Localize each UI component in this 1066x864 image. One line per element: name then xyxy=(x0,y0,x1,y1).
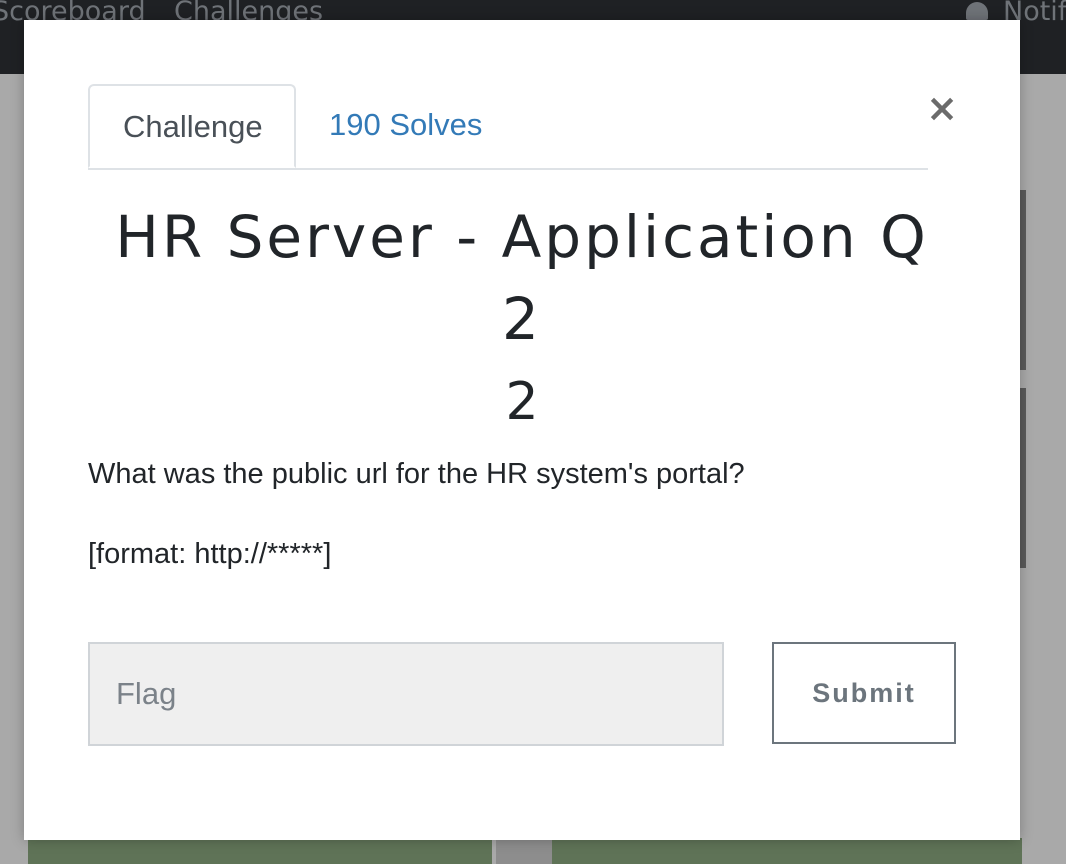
challenge-points: 2 xyxy=(505,372,539,432)
background-card-edge xyxy=(1020,388,1026,568)
background-challenge-card xyxy=(28,838,492,864)
background-challenge-card xyxy=(552,838,1022,864)
description-format: [format: http://*****] xyxy=(88,538,332,570)
tab-solves[interactable]: 190 Solves xyxy=(296,84,515,166)
modal-tabs: Challenge 190 Solves xyxy=(88,84,928,170)
challenge-title: HR Server - Application Q 2 xyxy=(115,203,929,353)
bell-icon xyxy=(966,2,988,20)
close-icon[interactable]: × xyxy=(922,88,962,128)
submit-button[interactable]: Submit xyxy=(772,642,956,744)
challenge-modal: Challenge 190 Solves × HR Server - Appli… xyxy=(24,20,1020,840)
description-question: What was the public url for the HR syste… xyxy=(88,458,745,490)
background-card-edge xyxy=(1020,190,1026,370)
background-gap xyxy=(496,838,552,864)
challenge-description: What was the public url for the HR syste… xyxy=(88,454,956,574)
flag-input[interactable] xyxy=(88,642,724,746)
tab-challenge[interactable]: Challenge xyxy=(88,84,296,168)
